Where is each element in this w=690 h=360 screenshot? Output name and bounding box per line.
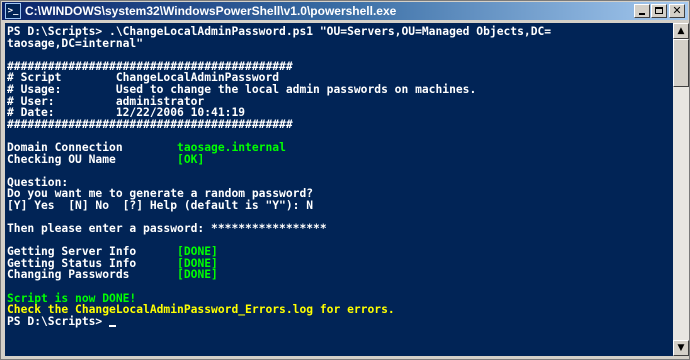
console-line: Domain Connection taosage.internal — [7, 141, 551, 154]
minimize-button[interactable] — [634, 4, 650, 18]
console-line: Getting Status Info [DONE] — [7, 257, 551, 270]
console-text: PS D:\Scripts> — [7, 314, 110, 328]
maximize-icon — [655, 7, 663, 14]
console-line: PS D:\Scripts> .\ChangeLocalAdminPasswor… — [7, 25, 551, 38]
console-line: Question: — [7, 176, 551, 189]
console-text: [OK] — [177, 152, 205, 166]
arrow-down-icon: ▼ — [677, 343, 685, 353]
console-text: Checking OU Name — [7, 152, 178, 166]
powershell-window: >_ C:\WINDOWS\system32\WindowsPowerShell… — [0, 0, 690, 360]
scroll-down-button[interactable]: ▼ — [673, 340, 689, 356]
console-text: [Y] Yes [N] No [?] Help (default is "Y")… — [7, 198, 314, 212]
console-text: Then please enter a password: **********… — [7, 222, 327, 236]
console-line: Check the ChangeLocalAdminPassword_Error… — [7, 303, 551, 316]
window-title: C:\WINDOWS\system32\WindowsPowerShell\v1… — [25, 4, 397, 18]
console-line: # Script ChangeLocalAdminPassword — [7, 71, 551, 84]
console-line: ########################################… — [7, 60, 551, 73]
console-line: # User: administrator — [7, 95, 551, 108]
title-bar[interactable]: >_ C:\WINDOWS\system32\WindowsPowerShell… — [2, 2, 688, 20]
console-line: Changing Passwords [DONE] — [7, 268, 551, 282]
console-line: Do you want me to generate a random pass… — [7, 187, 551, 200]
arrow-up-icon: ▲ — [677, 26, 685, 36]
console-line: [Y] Yes [N] No [?] Help (default is "Y")… — [7, 198, 551, 212]
maximize-button[interactable] — [651, 4, 667, 18]
window-controls: ✕ — [633, 4, 685, 18]
console-text: taosage,DC=internal" — [7, 36, 144, 50]
scroll-thumb[interactable] — [673, 39, 689, 87]
console-line: taosage,DC=internal" — [7, 36, 551, 50]
close-icon: ✕ — [672, 4, 682, 17]
console-line: PS D:\Scripts> — [7, 314, 551, 328]
text-cursor — [109, 324, 117, 327]
close-button[interactable]: ✕ — [669, 4, 685, 18]
scroll-up-button[interactable]: ▲ — [673, 23, 689, 39]
minimize-icon — [639, 13, 645, 15]
console-line: # Usage: Used to change the local admin … — [7, 83, 551, 96]
vertical-scrollbar[interactable]: ▲ ▼ — [673, 23, 689, 356]
console-line: Checking OU Name [OK] — [7, 152, 551, 166]
console-line: Getting Server Info [DONE] — [7, 245, 551, 258]
console-line: # Date: 12/22/2006 10:41:19 — [7, 106, 551, 119]
console-text: ########################################… — [7, 117, 293, 131]
console-line: ########################################… — [7, 117, 551, 131]
console-output[interactable]: PS D:\Scripts> .\ChangeLocalAdminPasswor… — [5, 23, 673, 356]
console-text: [DONE] — [177, 268, 218, 282]
console-line: Then please enter a password: **********… — [7, 222, 551, 236]
console-lines: PS D:\Scripts> .\ChangeLocalAdminPasswor… — [7, 25, 551, 328]
console-line: Script is now DONE! — [7, 292, 551, 305]
console-text: Changing Passwords — [7, 268, 178, 282]
powershell-icon[interactable]: >_ — [5, 3, 21, 19]
